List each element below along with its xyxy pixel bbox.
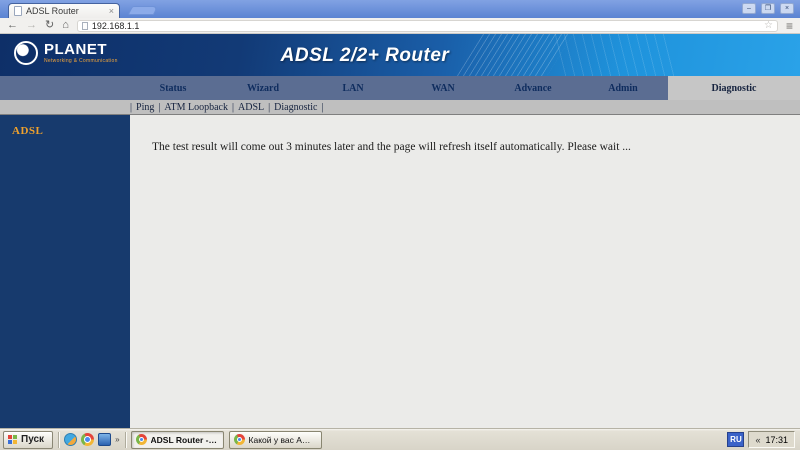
taskbar-divider	[124, 431, 126, 448]
subnav-separator: |	[130, 101, 133, 113]
window-restore-button[interactable]: ❐	[761, 3, 775, 14]
task-button-adsl-router[interactable]: ADSL Router - Google...	[130, 430, 224, 449]
clock: 17:31	[765, 434, 788, 445]
quick-launch: »	[64, 433, 120, 446]
quick-launch-overflow-icon[interactable]: »	[115, 435, 119, 444]
tab-title: ADSL Router	[26, 6, 79, 16]
nav-item-lan[interactable]: LAN	[308, 76, 398, 100]
nav-item-diagnostic-active[interactable]: Diagnostic	[668, 76, 800, 100]
window-controls: – ❐ ×	[742, 3, 794, 14]
start-button[interactable]: Пуск	[3, 430, 54, 449]
subnav-item-ping[interactable]: Ping	[136, 102, 154, 113]
task-button-label: ADSL Router - Google...	[150, 434, 219, 445]
address-bar[interactable]: 192.168.1.1 ☆	[76, 19, 778, 32]
chrome-icon	[233, 434, 245, 445]
router-content: ADSL The test result will come out 3 min…	[0, 115, 800, 428]
forward-icon[interactable]: →	[26, 20, 37, 31]
url-text[interactable]: 192.168.1.1	[92, 21, 140, 31]
tray-expand-chevron-icon[interactable]: «	[755, 435, 760, 445]
language-indicator[interactable]: RU	[727, 432, 745, 447]
router-nav: Status Wizard LAN WAN Advance Admin Diag…	[0, 76, 800, 100]
browser-titlebar: ADSL Router × – ❐ ×	[0, 0, 800, 18]
window-close-button[interactable]: ×	[780, 3, 794, 14]
router-header: PLANET Networking & Communication ADSL 2…	[0, 34, 800, 76]
subnav-item-adsl[interactable]: ADSL	[238, 102, 264, 113]
bookmark-star-icon[interactable]: ☆	[764, 20, 773, 31]
sidebar: ADSL	[0, 115, 130, 428]
nav-item-wan[interactable]: WAN	[398, 76, 488, 100]
system-tray: RU « 17:31	[727, 431, 797, 448]
main-panel: The test result will come out 3 minutes …	[130, 115, 800, 428]
task-button-adsl-modem[interactable]: Какой у вас ADSL моде...	[228, 430, 322, 449]
taskbar: Пуск » ADSL Router - Google... Какой у в…	[0, 428, 800, 450]
router-nav-main: Status Wizard LAN WAN Advance Admin	[0, 76, 668, 100]
app-window-icon[interactable]	[98, 433, 112, 446]
start-button-label: Пуск	[21, 434, 45, 445]
windows-flag-icon	[8, 435, 17, 444]
subnav-separator: |	[231, 101, 234, 113]
page-title: ADSL 2/2+ Router	[280, 45, 450, 66]
refresh-icon[interactable]: ↻	[45, 20, 54, 31]
screen: ADSL Router × – ❐ × ← → ↻ ⌂ 192.168.1.1 …	[0, 0, 800, 450]
nav-item-admin[interactable]: Admin	[578, 76, 668, 100]
nav-item-status[interactable]: Status	[128, 76, 218, 100]
url-page-icon	[81, 21, 88, 30]
task-button-label: Какой у вас ADSL моде...	[248, 434, 317, 445]
browser-toolbar: ← → ↻ ⌂ 192.168.1.1 ☆ ≡	[0, 18, 800, 34]
taskbar-divider	[58, 431, 60, 448]
test-status-message: The test result will come out 3 minutes …	[152, 141, 631, 153]
home-icon[interactable]: ⌂	[62, 20, 69, 31]
browser-tab[interactable]: ADSL Router ×	[8, 3, 120, 18]
messenger-icon[interactable]	[64, 433, 78, 446]
window-minimize-button[interactable]: –	[742, 3, 756, 14]
subnav-separator: |	[268, 101, 271, 113]
tab-favicon-page-icon	[14, 6, 22, 16]
tab-close-icon[interactable]: ×	[109, 6, 114, 16]
back-icon[interactable]: ←	[7, 20, 18, 31]
sidebar-item-adsl[interactable]: ADSL	[0, 115, 130, 137]
router-subnav: | Ping | ATM Loopback | ADSL | Diagnosti…	[0, 100, 800, 115]
nav-item-advance[interactable]: Advance	[488, 76, 578, 100]
tray-clock-area: « 17:31	[748, 431, 795, 448]
chrome-icon	[135, 434, 147, 445]
nav-item-wizard[interactable]: Wizard	[218, 76, 308, 100]
subnav-separator: |	[158, 101, 161, 113]
subnav-item-atm-loopback[interactable]: ATM Loopback	[164, 102, 228, 113]
chrome-menu-icon[interactable]: ≡	[786, 19, 793, 33]
new-tab-button[interactable]	[127, 6, 159, 15]
chrome-icon[interactable]	[81, 433, 95, 446]
subnav-item-diagnostic[interactable]: Diagnostic	[274, 102, 317, 113]
subnav-separator: |	[321, 101, 324, 113]
